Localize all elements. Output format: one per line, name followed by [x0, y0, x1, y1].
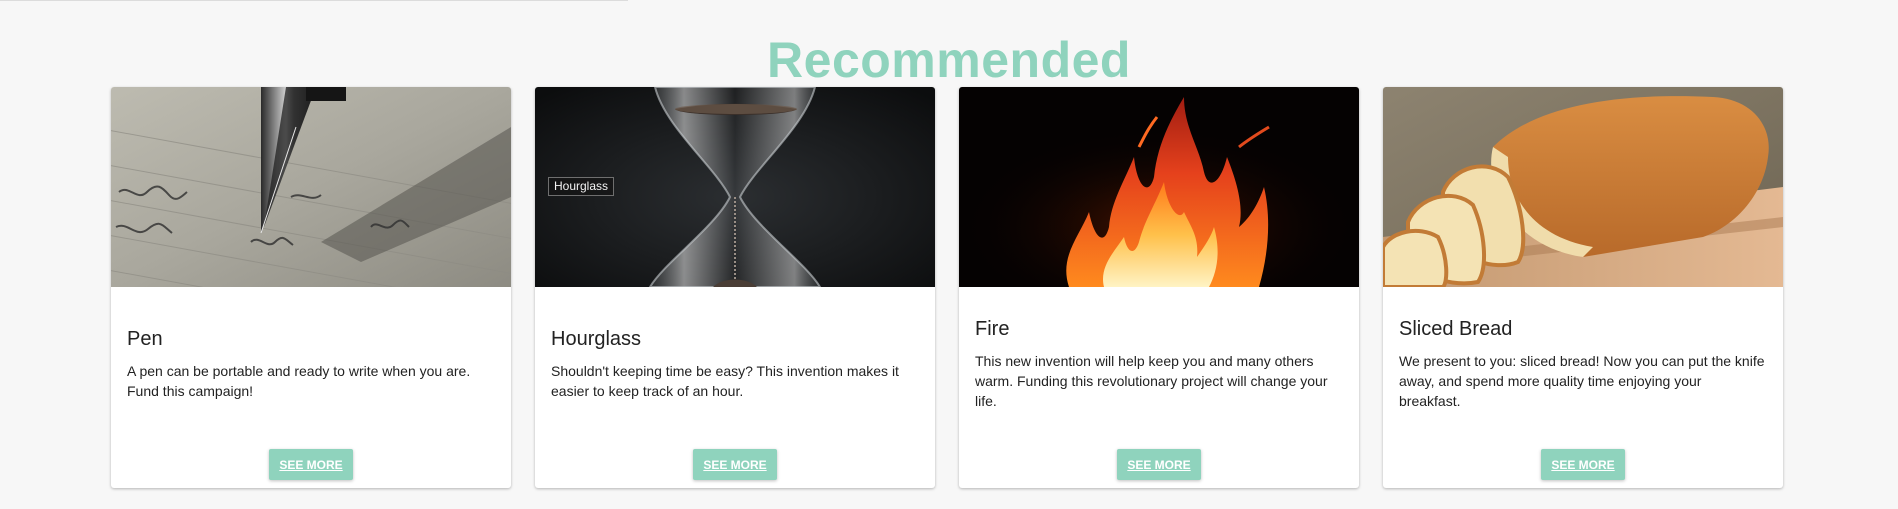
see-more-button-pen[interactable]: SEE MORE [269, 449, 353, 480]
product-card-hourglass: Hourglass Hourglass Shouldn't keeping ti… [535, 87, 935, 488]
card-title: Sliced Bread [1399, 318, 1513, 340]
card-body: Hourglass Shouldn't keeping time be easy… [551, 327, 917, 401]
see-more-button-sliced-bread[interactable]: SEE MORE [1541, 449, 1625, 480]
card-title: Fire [975, 318, 1010, 340]
card-body: Fire This new invention will help keep y… [975, 317, 1341, 411]
recommended-card-grid: Pen A pen can be portable and ready to w… [111, 87, 1783, 488]
sliced-bread-image [1383, 87, 1783, 287]
card-description: A pen can be portable and ready to write… [127, 363, 471, 399]
hourglass-image: Hourglass [535, 87, 935, 287]
card-body: Sliced Bread We present to you: sliced b… [1399, 317, 1765, 411]
card-description: This new invention will help keep you an… [975, 353, 1328, 409]
product-card-pen: Pen A pen can be portable and ready to w… [111, 87, 511, 488]
see-more-button-hourglass[interactable]: SEE MORE [693, 449, 777, 480]
see-more-button-fire[interactable]: SEE MORE [1117, 449, 1201, 480]
card-title: Pen [127, 328, 163, 350]
product-card-sliced-bread: Sliced Bread We present to you: sliced b… [1383, 87, 1783, 488]
top-divider [0, 0, 628, 1]
card-title: Hourglass [551, 328, 642, 350]
pen-writing-image [111, 87, 511, 287]
product-card-fire: Fire This new invention will help keep y… [959, 87, 1359, 488]
card-description: We present to you: sliced bread! Now you… [1399, 353, 1765, 409]
card-body: Pen A pen can be portable and ready to w… [127, 327, 493, 401]
image-caption-label: Hourglass [548, 177, 615, 196]
card-description: Shouldn't keeping time be easy? This inv… [551, 363, 899, 399]
fire-image [959, 87, 1359, 287]
page-title: Recommended [767, 31, 1131, 88]
